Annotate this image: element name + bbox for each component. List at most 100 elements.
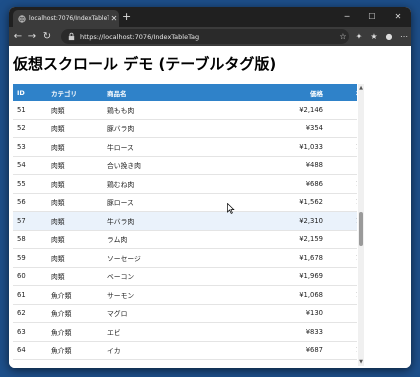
cell-category: 肉類 [47,174,103,194]
cell-name: 牛バラ肉 [103,211,247,231]
cell-id: 64 [13,341,47,360]
table-row[interactable]: 63魚介類エビ¥8337 [13,322,357,342]
cell-category: 肉類 [47,267,103,286]
cell-stock: 118 [327,174,357,194]
cell-id: 59 [13,248,47,268]
cell-name: 合い挽き肉 [103,156,247,175]
scroll-down-icon[interactable]: ▼ [358,358,364,366]
tab-close-icon[interactable]: ✕ [109,14,119,23]
cell-price: ¥130 [247,304,327,323]
header-category[interactable]: カテゴリ [47,84,103,101]
cell-price: ¥488 [247,156,327,175]
table-row[interactable]: 62魚介類マグロ¥13043 [13,304,357,323]
back-icon[interactable]: ← [12,29,24,44]
cell-stock: 90 [327,119,357,138]
header-id[interactable]: ID [13,84,47,101]
cell-stock: 134 [327,211,357,231]
cell-id: 53 [13,137,47,157]
cell-id: 52 [13,119,47,138]
star-icon[interactable]: ☆ [337,29,349,44]
close-window-icon[interactable]: ✕ [385,7,411,27]
cell-id: 54 [13,156,47,175]
cell-price: ¥1,969 [247,267,327,286]
table-row[interactable]: 56肉類豚ロース¥1,562197 [13,193,357,212]
cell-stock: 43 [327,304,357,323]
minimize-icon[interactable]: ─ [334,7,360,27]
table-row[interactable]: 55肉類鶏むね肉¥686118 [13,174,357,194]
table-row[interactable]: 54肉類合い挽き肉¥48826 [13,156,357,175]
cell-name: 鶏もも肉 [103,101,247,120]
cell-stock: 185 [327,285,357,305]
browser-toolbar: ← → ↻ https://localhost:7076/IndexTableT… [9,27,411,46]
cell-id: 60 [13,267,47,286]
cell-stock: 4 [327,267,357,286]
cell-category: 肉類 [47,101,103,120]
refresh-icon[interactable]: ↻ [41,29,53,44]
maximize-icon[interactable]: ☐ [359,7,385,27]
cell-stock: 7 [327,322,357,342]
header-name[interactable]: 商品名 [103,84,247,101]
header-stock[interactable]: 在庫 [327,84,357,101]
globe-icon [18,14,26,23]
table-row[interactable]: 57肉類牛バラ肉¥2,310134 [13,211,357,231]
forward-icon[interactable]: → [26,29,38,44]
cell-category: 肉類 [47,230,103,249]
cell-price: ¥2,146 [247,101,327,120]
cell-price: ¥1,678 [247,248,327,268]
vertical-scrollbar[interactable]: ▲ ▼ [358,84,364,366]
cell-category: 肉類 [47,248,103,268]
table-row[interactable]: 52肉類豚バラ肉¥35490 [13,119,357,138]
cell-stock: 57 [327,230,357,249]
cell-category: 肉類 [47,211,103,231]
cell-category: 魚介類 [47,322,103,342]
cell-stock: 197 [327,248,357,268]
table-row[interactable]: 51肉類鶏もも肉¥2,14632 [13,101,357,120]
cell-stock: 197 [327,193,357,212]
cell-name: イカ [103,341,247,360]
cell-id: 57 [13,211,47,231]
tab-title: localhost:7076/IndexTableTag [29,15,109,22]
cell-category: 肉類 [47,119,103,138]
cell-id: 63 [13,322,47,342]
cell-id: 62 [13,304,47,323]
cell-category: 肉類 [47,193,103,212]
cell-name: サーモン [103,285,247,305]
cell-id: 61 [13,285,47,305]
cell-stock: 26 [327,156,357,175]
table-row[interactable]: 58肉類ラム肉¥2,15957 [13,230,357,249]
browser-tab[interactable]: localhost:7076/IndexTableTag ✕ [13,10,119,27]
table-row[interactable]: 64魚介類イカ¥687118 [13,341,357,360]
product-table: ID カテゴリ 商品名 価格 在庫 51肉類鶏もも肉¥2,1463252肉類豚バ… [13,84,357,360]
extensions-icon[interactable]: ✦ [353,29,365,44]
cell-price: ¥833 [247,322,327,342]
cell-name: エビ [103,322,247,342]
table-row[interactable]: 59肉類ソーセージ¥1,678197 [13,248,357,268]
scrollbar-thumb[interactable] [359,212,363,246]
cell-category: 魚介類 [47,304,103,323]
url-text: https://localhost:7076/IndexTableTag [80,32,200,41]
cell-name: ソーセージ [103,248,247,268]
address-bar[interactable]: https://localhost:7076/IndexTableTag [61,29,349,44]
cell-id: 55 [13,174,47,194]
table-row[interactable]: 60肉類ベーコン¥1,9694 [13,267,357,286]
mouse-cursor-icon [227,203,235,214]
favorites-icon[interactable]: ★ [368,29,380,44]
virtual-scroll-table[interactable]: ID カテゴリ 商品名 価格 在庫 51肉類鶏もも肉¥2,1463252肉類豚バ… [13,84,357,366]
cell-category: 魚介類 [47,285,103,305]
menu-icon[interactable]: ⋯ [398,29,410,44]
cell-price: ¥2,310 [247,211,327,231]
cell-price: ¥2,159 [247,230,327,249]
cell-name: ベーコン [103,267,247,286]
cell-id: 51 [13,101,47,120]
scroll-up-icon[interactable]: ▲ [358,84,364,92]
title-bar: localhost:7076/IndexTableTag ✕ + ─ ☐ ✕ [9,7,411,27]
table-header-row: ID カテゴリ 商品名 価格 在庫 [13,84,357,101]
cell-name: 鶏むね肉 [103,174,247,194]
profile-icon[interactable]: ● [383,29,395,44]
cell-id: 58 [13,230,47,249]
table-row[interactable]: 53肉類牛ロース¥1,033155 [13,137,357,157]
new-tab-icon[interactable]: + [122,10,131,24]
table-row[interactable]: 61魚介類サーモン¥1,068185 [13,285,357,305]
cell-stock: 155 [327,137,357,157]
header-price[interactable]: 価格 [247,84,327,101]
